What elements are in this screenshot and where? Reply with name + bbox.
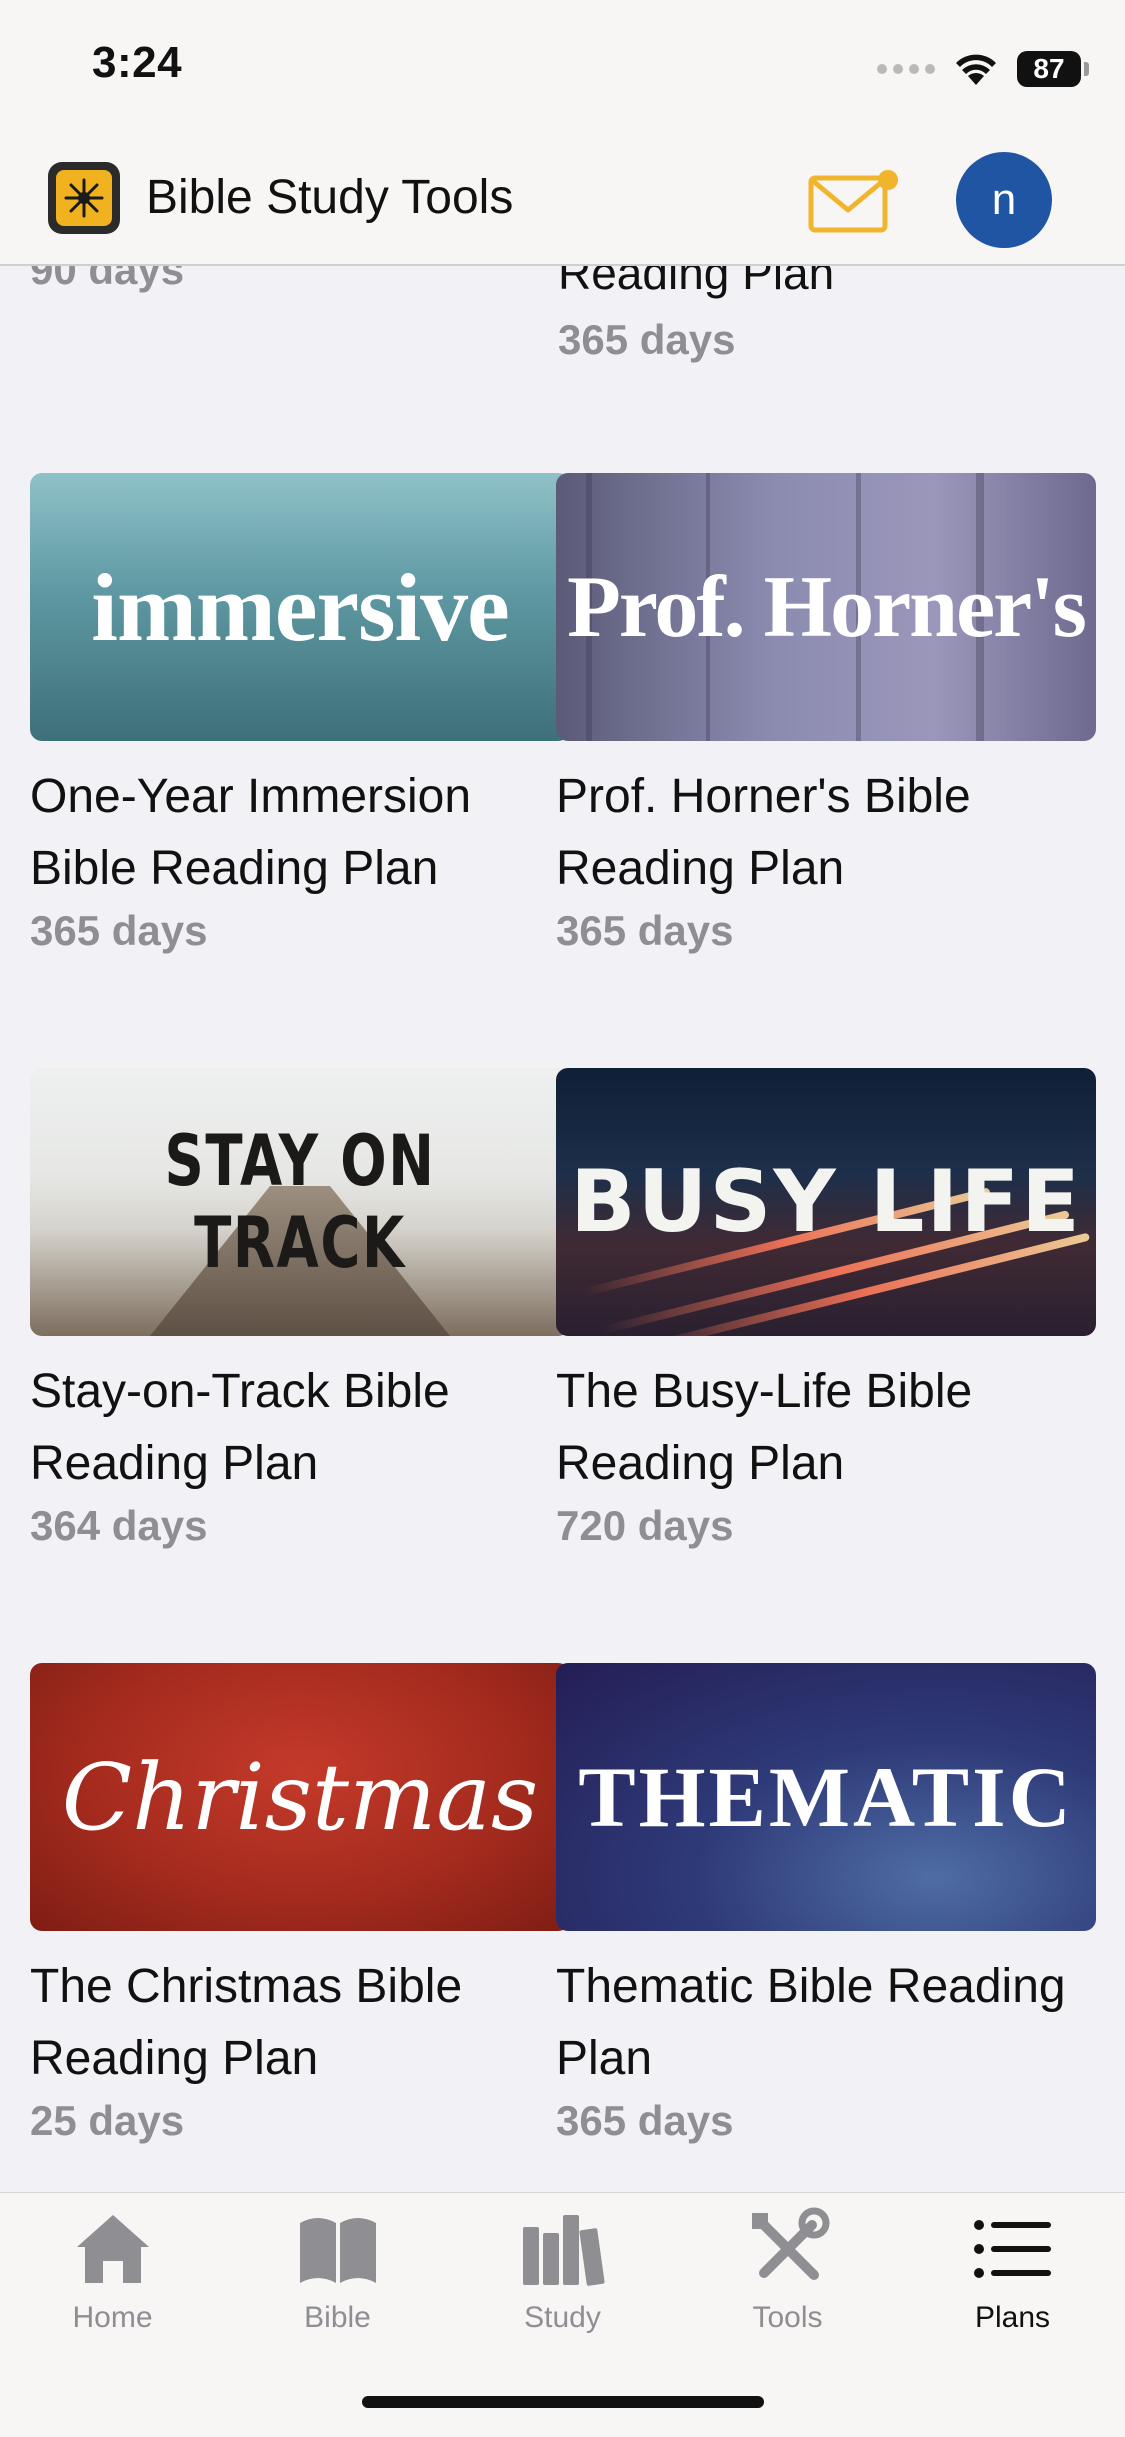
plan-card-immersion[interactable]: immersive One-Year Immersion Bible Readi…	[30, 473, 570, 955]
book-icon	[299, 2218, 376, 2283]
plan-card-busy-life[interactable]: BUSY LIFE The Busy-Life Bible Reading Pl…	[556, 1068, 1096, 1550]
plan-thumbnail[interactable]: BUSY LIFE	[556, 1068, 1096, 1336]
tab-study[interactable]: Study	[450, 2203, 675, 2353]
tab-label: Study	[524, 2301, 601, 2334]
tab-label: Bible	[304, 2301, 371, 2334]
plan-thumbnail[interactable]: Christmas	[30, 1663, 570, 1931]
plan-days: 90 days	[30, 264, 185, 293]
tab-label: Tools	[752, 2301, 823, 2334]
plan-title[interactable]: Thematic Bible Reading Plan	[556, 1951, 1086, 2095]
books-icon	[522, 2215, 605, 2286]
plan-days: 720 days	[556, 1502, 734, 1549]
plan-title[interactable]: Prof. Horner's Bible Reading Plan	[556, 761, 1086, 905]
avatar[interactable]: n	[956, 152, 1052, 248]
plan-title[interactable]: Stay-on-Track Bible Reading Plan	[30, 1356, 560, 1500]
thumbnail-text: BUSY LIFE	[570, 1152, 1082, 1252]
tab-bible[interactable]: Bible	[225, 2203, 450, 2353]
plan-card-thematic[interactable]: THEMATIC Thematic Bible Reading Plan 365…	[556, 1663, 1096, 2145]
app-header: Bible Study Tools n	[0, 140, 1125, 266]
app-logo[interactable]	[48, 162, 120, 234]
tools-icon	[751, 2207, 829, 2280]
plan-days: 25 days	[30, 2097, 185, 2144]
plan-card-stay-on-track[interactable]: STAY ON TRACK Stay-on-Track Bible Readin…	[30, 1068, 570, 1550]
thumbnail-text: THEMATIC	[578, 1749, 1074, 1845]
plan-days: 365 days	[556, 907, 734, 954]
list-icon	[973, 2220, 1051, 2278]
status-bar: 3:24 87	[0, 0, 1125, 140]
plan-thumbnail[interactable]: immersive	[30, 473, 570, 741]
thumbnail-text: Prof. Horner's	[567, 558, 1087, 656]
plan-thumbnail[interactable]: Prof. Horner's	[556, 473, 1096, 741]
tab-home[interactable]: Home	[0, 2203, 225, 2353]
inbox-button[interactable]	[808, 170, 898, 234]
status-indicators: 87	[877, 44, 1089, 94]
plan-title[interactable]: Reading Plan	[558, 264, 834, 300]
home-indicator[interactable]	[362, 2396, 764, 2408]
plan-days: 365 days	[30, 907, 208, 954]
plan-thumbnail[interactable]: STAY ON TRACK	[30, 1068, 570, 1336]
app-title: Bible Study Tools	[146, 171, 514, 224]
plan-card-christmas[interactable]: Christmas The Christmas Bible Reading Pl…	[30, 1663, 570, 2145]
thumbnail-text: Christmas	[61, 1743, 539, 1851]
thumbnail-text: immersive	[91, 553, 509, 661]
notification-dot	[878, 170, 898, 190]
cellular-signal-icon	[877, 64, 935, 74]
status-time: 3:24	[92, 38, 183, 87]
battery-icon: 87	[1017, 51, 1089, 87]
plan-days: 365 days	[556, 2097, 734, 2144]
tab-plans[interactable]: Plans	[900, 2203, 1125, 2353]
plans-grid[interactable]: 90 days Reading Plan 365 days immersive …	[0, 264, 1125, 2192]
plan-title[interactable]: The Christmas Bible Reading Plan	[30, 1951, 560, 2095]
wifi-icon	[956, 54, 996, 85]
tab-label: Plans	[974, 2301, 1051, 2334]
plan-title[interactable]: The Busy-Life Bible Reading Plan	[556, 1356, 1086, 1500]
plan-days: 365 days	[558, 316, 736, 363]
thumbnail-text: STAY ON TRACK	[164, 1120, 436, 1284]
home-icon	[76, 2215, 149, 2283]
tab-label: Home	[72, 2301, 153, 2334]
plan-card-horner[interactable]: Prof. Horner's Prof. Horner's Bible Read…	[556, 473, 1096, 955]
star-logo-icon	[64, 178, 104, 218]
plan-title[interactable]: One-Year Immersion Bible Reading Plan	[30, 761, 560, 905]
plan-days: 364 days	[30, 1502, 208, 1549]
tab-tools[interactable]: Tools	[675, 2203, 900, 2353]
plan-thumbnail[interactable]: THEMATIC	[556, 1663, 1096, 1931]
